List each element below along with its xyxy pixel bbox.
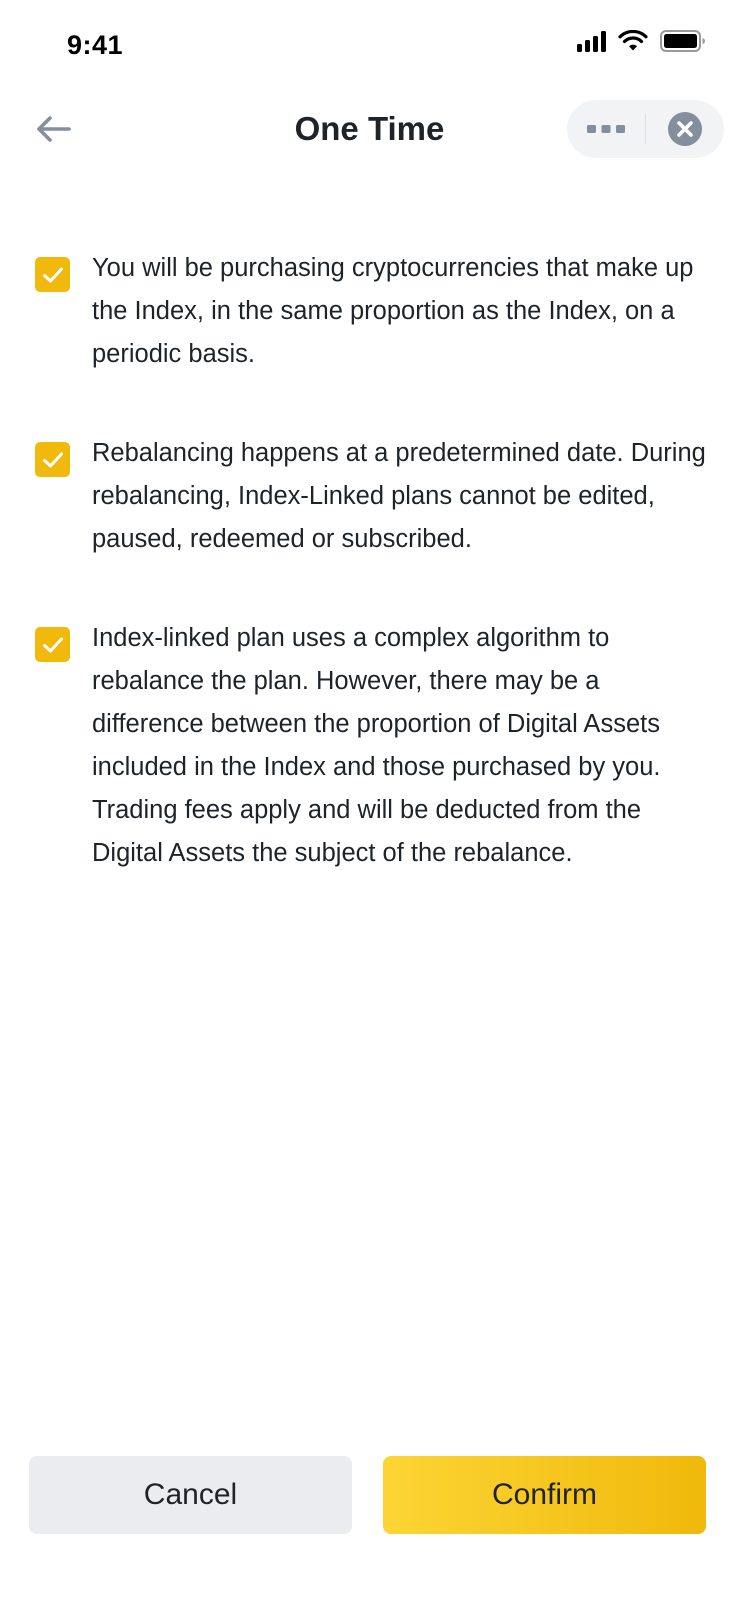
more-dots-icon bbox=[587, 125, 625, 133]
checkbox-3[interactable] bbox=[35, 627, 70, 662]
confirm-button[interactable]: Confirm bbox=[383, 1456, 706, 1534]
checkbox-2[interactable] bbox=[35, 442, 70, 477]
more-button[interactable] bbox=[567, 100, 645, 158]
wifi-icon bbox=[618, 30, 648, 51]
checkbox-1[interactable] bbox=[35, 257, 70, 292]
acknowledgement-text-3: Index-linked plan uses a complex algorit… bbox=[92, 624, 661, 867]
status-icons bbox=[577, 30, 706, 52]
status-time: 9:41 bbox=[67, 30, 124, 60]
action-bar: Cancel Confirm bbox=[0, 1456, 739, 1536]
acknowledgement-text-2: Rebalancing happens at a predetermined d… bbox=[92, 439, 706, 553]
header: One Time bbox=[0, 96, 739, 162]
close-circle-icon bbox=[668, 112, 702, 146]
battery-icon bbox=[660, 30, 705, 52]
cellular-signal-icon bbox=[577, 30, 606, 52]
cancel-button[interactable]: Cancel bbox=[29, 1456, 352, 1534]
acknowledgement-text-1: You will be purchasing cryptocurrencies … bbox=[92, 254, 694, 368]
mini-program-capsule bbox=[567, 100, 724, 158]
checkmark-icon bbox=[42, 452, 63, 467]
checkmark-icon bbox=[42, 267, 63, 282]
checkmark-icon bbox=[42, 637, 63, 652]
close-button[interactable] bbox=[646, 100, 724, 158]
status-bar: 9:41 bbox=[0, 0, 739, 90]
